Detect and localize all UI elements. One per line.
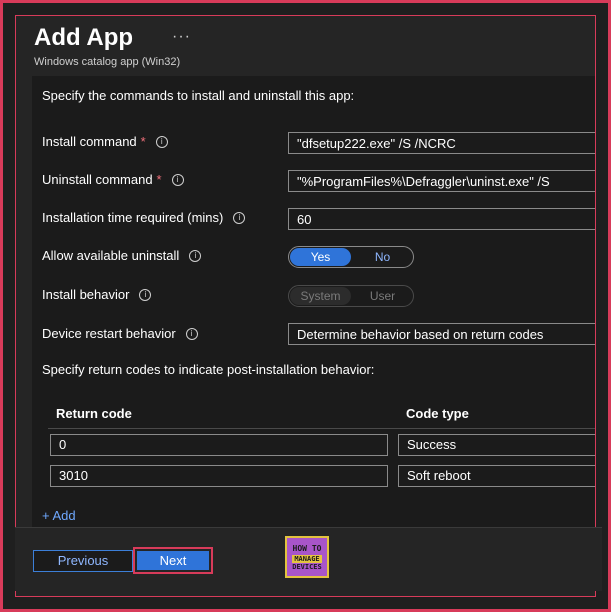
uninstall-command-label: Uninstall command * i	[42, 172, 184, 187]
program-settings-panel: Specify the commands to install and unin…	[32, 76, 595, 536]
page-title: Add App	[34, 24, 134, 51]
required-marker: *	[156, 172, 162, 187]
next-button[interactable]: Next	[137, 551, 209, 570]
return-code-input[interactable]: 0	[50, 434, 388, 456]
restart-behavior-label-text: Device restart behavior	[42, 326, 176, 341]
install-command-input[interactable]: "dfsetup222.exe" /S /NCRC	[288, 132, 595, 154]
logo-line-1: HOW TO	[292, 543, 322, 553]
install-time-input[interactable]: 60	[288, 208, 595, 230]
info-icon[interactable]: i	[233, 211, 246, 224]
install-command-label: Install command * i	[42, 134, 168, 149]
info-icon[interactable]: i	[189, 249, 202, 262]
add-return-code-link[interactable]: + Add	[42, 508, 76, 523]
allow-uninstall-toggle[interactable]: Yes No	[288, 246, 414, 268]
info-icon[interactable]: i	[139, 288, 152, 301]
code-type-select[interactable]: Success	[398, 434, 595, 456]
allow-uninstall-label-text: Allow available uninstall	[42, 248, 180, 263]
toggle-yes[interactable]: Yes	[290, 248, 351, 266]
allow-uninstall-label: Allow available uninstall i	[42, 248, 202, 263]
info-icon[interactable]: i	[155, 135, 168, 148]
install-behavior-toggle: System User	[288, 285, 414, 307]
required-marker: *	[140, 134, 146, 149]
screenshot-frame: Add App ··· Windows catalog app (Win32) …	[0, 0, 611, 612]
install-time-label: Installation time required (mins) i	[42, 210, 246, 225]
toggle-no[interactable]: No	[352, 247, 413, 267]
info-icon[interactable]: i	[171, 173, 184, 186]
install-time-label-text: Installation time required (mins)	[42, 210, 224, 225]
footer-bar: Previous Next HOW TO MANAGE DEVICES	[15, 527, 602, 591]
logo-line-3: DEVICES	[292, 562, 322, 571]
table-divider	[48, 428, 595, 429]
uninstall-command-input[interactable]: "%ProgramFiles%\Defraggler\uninst.exe" /…	[288, 170, 595, 192]
return-codes-label: Specify return codes to indicate post-in…	[42, 362, 375, 377]
commands-intro: Specify the commands to install and unin…	[42, 88, 355, 103]
page-subtitle: Windows catalog app (Win32)	[34, 56, 181, 68]
blade-header: Add App ··· Windows catalog app (Win32)	[34, 24, 190, 68]
install-behavior-label-text: Install behavior	[42, 287, 130, 302]
toggle-user: User	[369, 289, 396, 303]
column-header-return-code: Return code	[56, 406, 132, 421]
install-command-label-text: Install command	[42, 134, 137, 149]
app-blade: Add App ··· Windows catalog app (Win32) …	[15, 15, 596, 597]
more-options-icon[interactable]: ···	[172, 28, 191, 46]
restart-behavior-label: Device restart behavior i	[42, 326, 198, 341]
how-to-manage-devices-logo: HOW TO MANAGE DEVICES	[285, 536, 329, 578]
restart-behavior-select[interactable]: Determine behavior based on return codes	[288, 323, 595, 345]
column-header-code-type: Code type	[406, 406, 469, 421]
logo-line-2: MANAGE	[292, 554, 322, 563]
uninstall-command-label-text: Uninstall command	[42, 172, 153, 187]
code-type-select[interactable]: Soft reboot	[398, 465, 595, 487]
info-icon[interactable]: i	[185, 327, 198, 340]
return-code-input[interactable]: 3010	[50, 465, 388, 487]
next-button-highlight: Next	[133, 547, 213, 574]
install-behavior-label: Install behavior i	[42, 287, 152, 302]
previous-button[interactable]: Previous	[33, 550, 133, 572]
toggle-system: System	[290, 287, 351, 305]
